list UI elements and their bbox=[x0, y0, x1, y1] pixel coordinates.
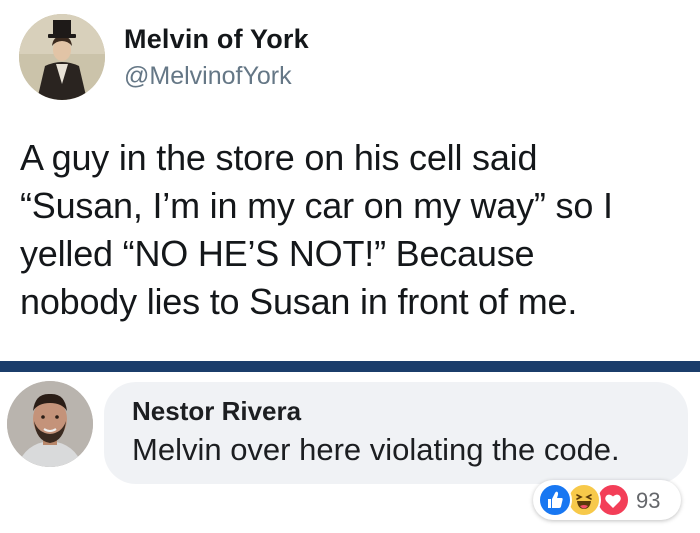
haha-icon bbox=[567, 483, 601, 517]
like-icon bbox=[538, 483, 572, 517]
tweet-card: Melvin of York @MelvinofYork A guy in th… bbox=[0, 0, 700, 360]
tweet-author-handle[interactable]: @MelvinofYork bbox=[124, 62, 292, 91]
tweet-author-name[interactable]: Melvin of York bbox=[124, 24, 309, 55]
reactions-summary[interactable]: 93 bbox=[533, 480, 681, 520]
tweet-author-avatar[interactable] bbox=[19, 14, 105, 100]
comment-text: Melvin over here violating the code. bbox=[132, 432, 620, 467]
tweet-text: A guy in the store on his cell said “Sus… bbox=[20, 137, 613, 322]
comment-bubble: Nestor Rivera Melvin over here violating… bbox=[104, 382, 688, 484]
section-divider bbox=[0, 361, 700, 372]
comment-author-name[interactable]: Nestor Rivera bbox=[132, 396, 301, 427]
comment-author-avatar[interactable] bbox=[7, 381, 93, 467]
love-icon bbox=[596, 483, 630, 517]
screenshot: Melvin of York @MelvinofYork A guy in th… bbox=[0, 0, 700, 533]
reaction-count[interactable]: 93 bbox=[636, 488, 660, 514]
